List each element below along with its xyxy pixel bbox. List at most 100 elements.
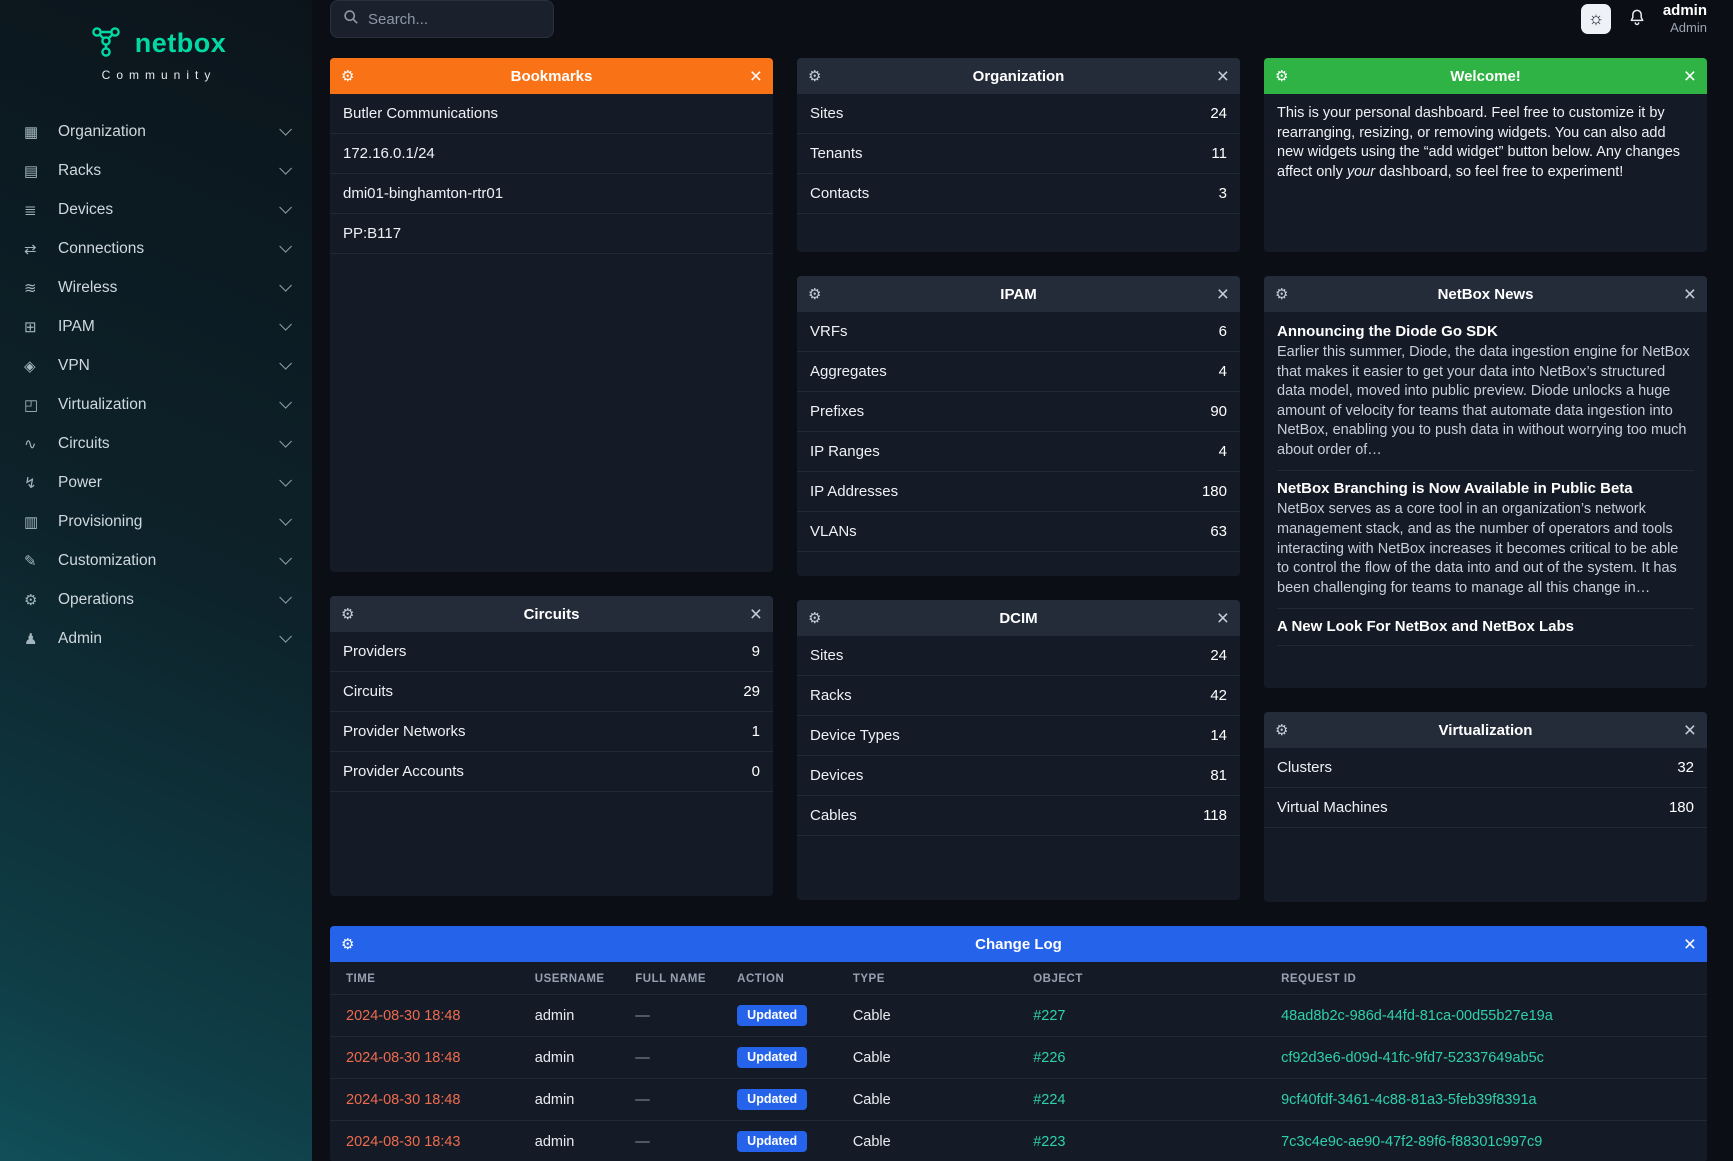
sidebar-item-wireless[interactable]: ≋ Wireless — [0, 268, 312, 307]
widget-title: NetBox News — [1264, 286, 1707, 303]
stat-label: Providers — [343, 643, 406, 660]
stat-row[interactable]: Provider Accounts0 — [330, 752, 773, 792]
gear-icon[interactable]: ⚙ — [1275, 721, 1288, 739]
stat-row[interactable]: Cables118 — [797, 796, 1240, 836]
sidebar-item-operations[interactable]: ⚙ Operations — [0, 580, 312, 619]
changelog-requestid-link[interactable]: 9cf40fdf-3461-4c88-81a3-5feb39f8391a — [1281, 1092, 1537, 1108]
news-article-title[interactable]: NetBox Branching is Now Available in Pub… — [1277, 480, 1694, 497]
changelog-time-link[interactable]: 2024-08-30 18:48 — [346, 1008, 461, 1024]
changelog-object-link[interactable]: #226 — [1033, 1050, 1065, 1066]
stat-row[interactable]: Device Types14 — [797, 716, 1240, 756]
brand-name: netbox — [135, 28, 227, 59]
chevron-down-icon — [279, 474, 292, 487]
stat-label: VRFs — [810, 323, 848, 340]
stat-row[interactable]: IP Ranges4 — [797, 432, 1240, 472]
changelog-object-link[interactable]: #223 — [1033, 1134, 1065, 1150]
stat-row[interactable]: Racks42 — [797, 676, 1240, 716]
close-icon[interactable]: × — [1684, 934, 1696, 955]
gear-icon[interactable]: ⚙ — [341, 935, 354, 953]
changelog-time-link[interactable]: 2024-08-30 18:48 — [346, 1092, 461, 1108]
changelog-time-link[interactable]: 2024-08-30 18:43 — [346, 1134, 461, 1150]
stat-row[interactable]: Provider Networks1 — [330, 712, 773, 752]
sidebar-item-power[interactable]: ↯ Power — [0, 463, 312, 502]
stat-row[interactable]: Tenants11 — [797, 134, 1240, 174]
sidebar-item-label: Connections — [58, 240, 144, 258]
stat-row[interactable]: Aggregates4 — [797, 352, 1240, 392]
bookmark-item[interactable]: 172.16.0.1/24 — [330, 134, 773, 174]
sidebar-item-devices[interactable]: ≣ Devices — [0, 190, 312, 229]
chevron-down-icon — [279, 552, 292, 565]
sidebar-item-connections[interactable]: ⇄ Connections — [0, 229, 312, 268]
sidebar-item-racks[interactable]: ▤ Racks — [0, 151, 312, 190]
stat-row[interactable]: Clusters32 — [1264, 748, 1707, 788]
stat-row[interactable]: VRFs 6 — [797, 312, 1240, 352]
bookmark-item[interactable]: Butler Communications — [330, 94, 773, 134]
search-box[interactable] — [330, 0, 554, 38]
sidebar-item-customization[interactable]: ✎ Customization — [0, 541, 312, 580]
close-icon[interactable]: × — [1217, 284, 1229, 305]
sidebar-item-provisioning[interactable]: ▥ Provisioning — [0, 502, 312, 541]
sidebar-item-organization[interactable]: ▦ Organization — [0, 112, 312, 151]
close-icon[interactable]: × — [1217, 608, 1229, 629]
stat-label: Provider Accounts — [343, 763, 464, 780]
stat-row[interactable]: Devices81 — [797, 756, 1240, 796]
stat-row[interactable]: Sites24 — [797, 636, 1240, 676]
close-icon[interactable]: × — [1217, 66, 1229, 87]
sidebar-item-circuits[interactable]: ∿ Circuits — [0, 424, 312, 463]
stat-row[interactable]: Circuits29 — [330, 672, 773, 712]
close-icon[interactable]: × — [750, 604, 762, 625]
news-article-title[interactable]: A New Look For NetBox and NetBox Labs — [1277, 618, 1694, 635]
changelog-object-link[interactable]: #224 — [1033, 1092, 1065, 1108]
gear-icon[interactable]: ⚙ — [808, 67, 821, 85]
chevron-down-icon — [279, 123, 292, 136]
gear-icon[interactable]: ⚙ — [808, 285, 821, 303]
notifications-button[interactable] — [1627, 7, 1647, 30]
stat-label: Racks — [810, 687, 852, 704]
stat-row[interactable]: Prefixes90 — [797, 392, 1240, 432]
chevron-down-icon — [279, 435, 292, 448]
changelog-object-link[interactable]: #227 — [1033, 1008, 1065, 1024]
brand[interactable]: netbox Community — [0, 16, 312, 112]
stat-label: Clusters — [1277, 759, 1332, 776]
widget-news-header: ⚙ NetBox News × — [1264, 276, 1707, 312]
close-icon[interactable]: × — [750, 66, 762, 87]
stat-row[interactable]: Providers9 — [330, 632, 773, 672]
gear-icon[interactable]: ⚙ — [341, 605, 354, 623]
user-menu[interactable]: admin Admin — [1663, 2, 1707, 35]
stat-row[interactable]: VLANs63 — [797, 512, 1240, 552]
close-icon[interactable]: × — [1684, 284, 1696, 305]
gear-icon[interactable]: ⚙ — [1275, 285, 1288, 303]
sidebar-item-vpn[interactable]: ◈ VPN — [0, 346, 312, 385]
sidebar-item-admin[interactable]: ♟ Admin — [0, 619, 312, 658]
gear-icon[interactable]: ⚙ — [808, 609, 821, 627]
bookmark-item[interactable]: dmi01-binghamton-rtr01 — [330, 174, 773, 214]
gear-icon[interactable]: ⚙ — [1275, 67, 1288, 85]
stat-label: VLANs — [810, 523, 857, 540]
search-input[interactable] — [368, 11, 541, 28]
bookmark-item[interactable]: PP:B117 — [330, 214, 773, 254]
widget-title: DCIM — [797, 610, 1240, 627]
changelog-username: admin — [523, 995, 624, 1037]
bell-icon — [1627, 7, 1647, 30]
close-icon[interactable]: × — [1684, 66, 1696, 87]
stat-row[interactable]: Contacts3 — [797, 174, 1240, 214]
stat-row[interactable]: Sites24 — [797, 94, 1240, 134]
stat-value: 6 — [1219, 323, 1227, 340]
close-icon[interactable]: × — [1684, 720, 1696, 741]
changelog-requestid-link[interactable]: 7c3c4e9c-ae90-47f2-89f6-f88301c997c9 — [1281, 1134, 1542, 1150]
changelog-username: admin — [523, 1121, 624, 1161]
stat-row[interactable]: IP Addresses180 — [797, 472, 1240, 512]
changelog-requestid-link[interactable]: 48ad8b2c-986d-44fd-81ca-00d55b27e19a — [1281, 1008, 1553, 1024]
gear-icon[interactable]: ⚙ — [341, 67, 354, 85]
changelog-fullname: — — [623, 1037, 725, 1079]
changelog-requestid-link[interactable]: cf92d3e6-d09d-41fc-9fd7-52337649ab5c — [1281, 1050, 1544, 1066]
news-article-title[interactable]: Announcing the Diode Go SDK — [1277, 323, 1694, 340]
stat-value: 3 — [1219, 185, 1227, 202]
sidebar-item-virtualization[interactable]: ◰ Virtualization — [0, 385, 312, 424]
stat-row[interactable]: Virtual Machines180 — [1264, 788, 1707, 828]
widget-ipam-header: ⚙ IPAM × — [797, 276, 1240, 312]
changelog-time-link[interactable]: 2024-08-30 18:48 — [346, 1050, 461, 1066]
theme-toggle-button[interactable]: ☼ — [1581, 4, 1611, 34]
sidebar-item-ipam[interactable]: ⊞ IPAM — [0, 307, 312, 346]
changelog-type: Cable — [841, 1079, 1021, 1121]
